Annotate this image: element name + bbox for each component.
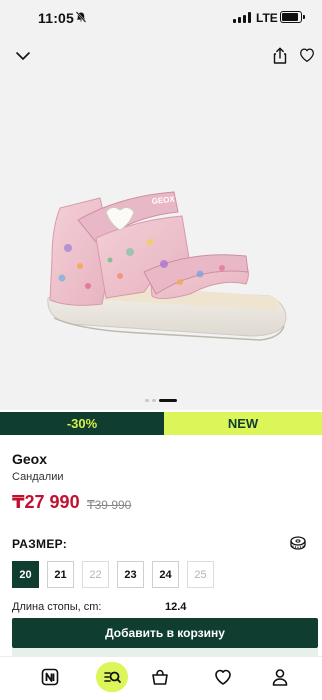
- add-to-cart-button[interactable]: Добавить в корзину: [12, 618, 318, 648]
- product-type: Сандалии: [12, 471, 64, 483]
- discount-badge: -30%: [0, 412, 164, 435]
- new-badge: NEW: [164, 412, 322, 435]
- home-icon[interactable]: [38, 665, 62, 689]
- bottom-tab-bar: [0, 656, 322, 700]
- chevron-down-icon[interactable]: [13, 46, 33, 66]
- gallery-page-indicator: [145, 399, 177, 403]
- old-price: ₸39 990: [87, 498, 132, 512]
- foot-length-value: 12.4: [165, 601, 187, 613]
- current-price: ₸27 990: [12, 492, 80, 512]
- badges-row: -30% NEW: [0, 412, 322, 435]
- page-dot: [145, 399, 149, 402]
- size-option-20[interactable]: 20: [12, 561, 39, 588]
- foot-length-label: Длина стопы, cm:: [12, 601, 102, 613]
- size-option-25[interactable]: 25: [187, 561, 214, 588]
- page-dot: [152, 399, 156, 402]
- favorites-heart-icon[interactable]: [211, 665, 235, 689]
- size-option-23[interactable]: 23: [117, 561, 144, 588]
- page-dot-active: [159, 399, 177, 402]
- size-option-22[interactable]: 22: [82, 561, 109, 588]
- catalog-search-icon[interactable]: [96, 662, 128, 692]
- signal-icon: [233, 12, 251, 23]
- battery-icon: [280, 11, 305, 23]
- profile-icon[interactable]: [268, 665, 292, 689]
- product-image[interactable]: GEOX: [40, 168, 290, 368]
- product-brand[interactable]: Geox: [12, 451, 47, 467]
- share-icon[interactable]: [270, 46, 290, 66]
- status-bar: 11:05 LTE: [0, 0, 322, 36]
- bag-icon[interactable]: [148, 665, 172, 689]
- size-section-title: РАЗМЕР:: [12, 537, 68, 551]
- network-type: LTE: [256, 11, 278, 25]
- bell-off-icon: [75, 11, 87, 23]
- size-option-24[interactable]: 24: [152, 561, 179, 588]
- size-options: 20 21 22 23 24 25: [12, 561, 214, 588]
- measuring-tape-icon[interactable]: [288, 533, 308, 553]
- heart-icon[interactable]: [298, 46, 316, 64]
- size-option-21[interactable]: 21: [47, 561, 74, 588]
- status-time: 11:05: [38, 10, 75, 26]
